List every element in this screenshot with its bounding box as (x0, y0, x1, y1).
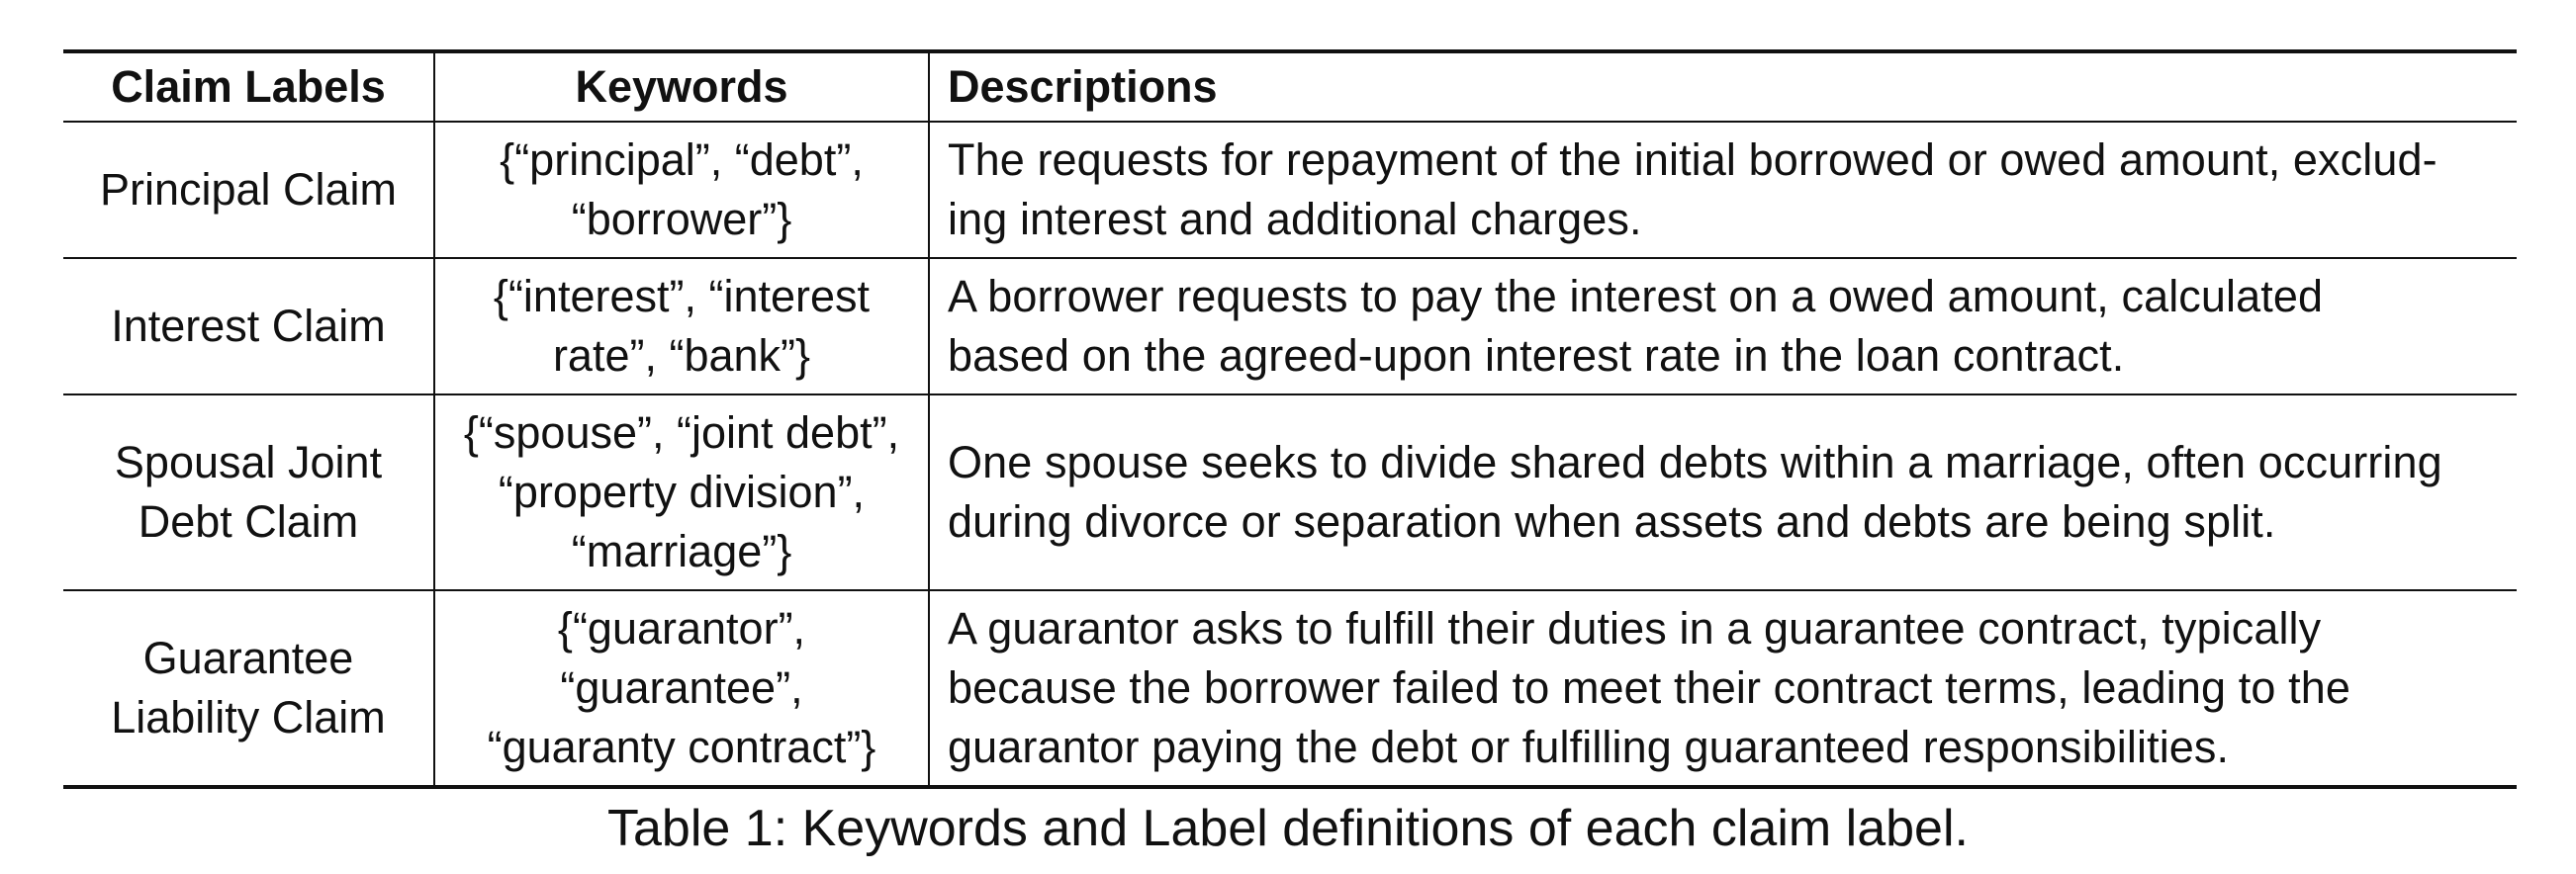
table-row: Principal Claim {“principal”, “debt”, “bor… (63, 122, 2517, 258)
table-body: Principal Claim {“principal”, “debt”, “bor… (63, 122, 2517, 787)
claim-label-cell: Interest Claim (63, 258, 435, 394)
keywords-cell-line: {“interest”, “interest (493, 271, 871, 321)
keywords-cell-line: “marriage”} (571, 526, 792, 576)
keywords-cell-line: “property division”, (498, 467, 866, 517)
claim-label-cell-line: Debt Claim (138, 496, 359, 547)
header-keywords: Keywords (434, 51, 930, 122)
keywords-cell-line: {“principal”, “debt”, (500, 134, 864, 185)
claim-label-cell-line: Guarantee (142, 633, 354, 683)
keywords-cell: {“guarantor”, “guarantee”, “guaranty contr… (434, 590, 930, 787)
description-cell-line: based on the agreed-upon interest rate i… (948, 330, 2125, 381)
description-cell-line: ing interest and additional charges. (948, 194, 1642, 244)
keywords-cell-line: “borrower”} (571, 194, 792, 244)
claim-label-cell: Guarantee Liability Claim (63, 590, 435, 787)
description-cell-line: guarantor paying the debt or fulfilling … (948, 722, 2230, 772)
keywords-cell: {“principal”, “debt”, “borrower”} (434, 122, 930, 258)
header-descriptions: Descriptions (948, 61, 1218, 112)
claim-label-cell: Principal Claim (63, 122, 435, 258)
description-cell: A borrower requests to pay the interest … (929, 258, 2517, 394)
description-cell: A guarantor asks to fulfill their duties… (929, 590, 2517, 787)
claim-label-table-container: Claim Labels Keywords Descriptions Princ… (63, 49, 2517, 789)
description-cell-line: One spouse seeks to divide shared debts … (948, 437, 2442, 487)
table-row: Interest Claim {“interest”, “interest rate… (63, 258, 2517, 394)
description-cell-line: A guarantor asks to fulfill their duties… (948, 603, 2322, 654)
description-cell-line: The requests for repayment of the initia… (948, 134, 2438, 185)
table-row: Guarantee Liability Claim {“guarantor”, “gu… (63, 590, 2517, 787)
keywords-cell-line: {“guarantor”, (557, 603, 806, 654)
keywords-cell-line: “guarantee”, (560, 662, 803, 713)
keywords-cell-line: {“spouse”, “joint debt”, (463, 407, 900, 458)
keywords-cell: {“interest”, “interest rate”, “bank”} (434, 258, 930, 394)
table-header-row: Claim Labels Keywords Descriptions (63, 51, 2517, 122)
header-claim-labels: Claim Labels (63, 51, 435, 122)
description-cell-line: because the borrower failed to meet thei… (948, 662, 2350, 713)
description-cell: One spouse seeks to divide shared debts … (929, 394, 2517, 590)
claim-label-table: Claim Labels Keywords Descriptions Princ… (63, 49, 2517, 789)
description-cell: The requests for repayment of the initia… (929, 122, 2517, 258)
description-cell-line: A borrower requests to pay the interest … (948, 271, 2324, 321)
claim-label-cell: Spousal Joint Debt Claim (63, 394, 435, 590)
description-cell-line: during divorce or separation when assets… (948, 496, 2276, 547)
keywords-cell-line: “guaranty contract”} (487, 722, 876, 772)
keywords-cell-line: rate”, “bank”} (552, 330, 811, 381)
table-row: Spousal Joint Debt Claim {“spouse”, “joint… (63, 394, 2517, 590)
claim-label-cell-line: Interest Claim (111, 301, 386, 351)
claim-label-cell-line: Spousal Joint (114, 437, 383, 487)
claim-label-cell-line: Principal Claim (99, 164, 398, 215)
keywords-cell: {“spouse”, “joint debt”, “property divisi… (434, 394, 930, 590)
table-caption: Table 1: Keywords and Label definitions … (607, 800, 1969, 857)
claim-label-cell-line: Liability Claim (111, 692, 386, 743)
